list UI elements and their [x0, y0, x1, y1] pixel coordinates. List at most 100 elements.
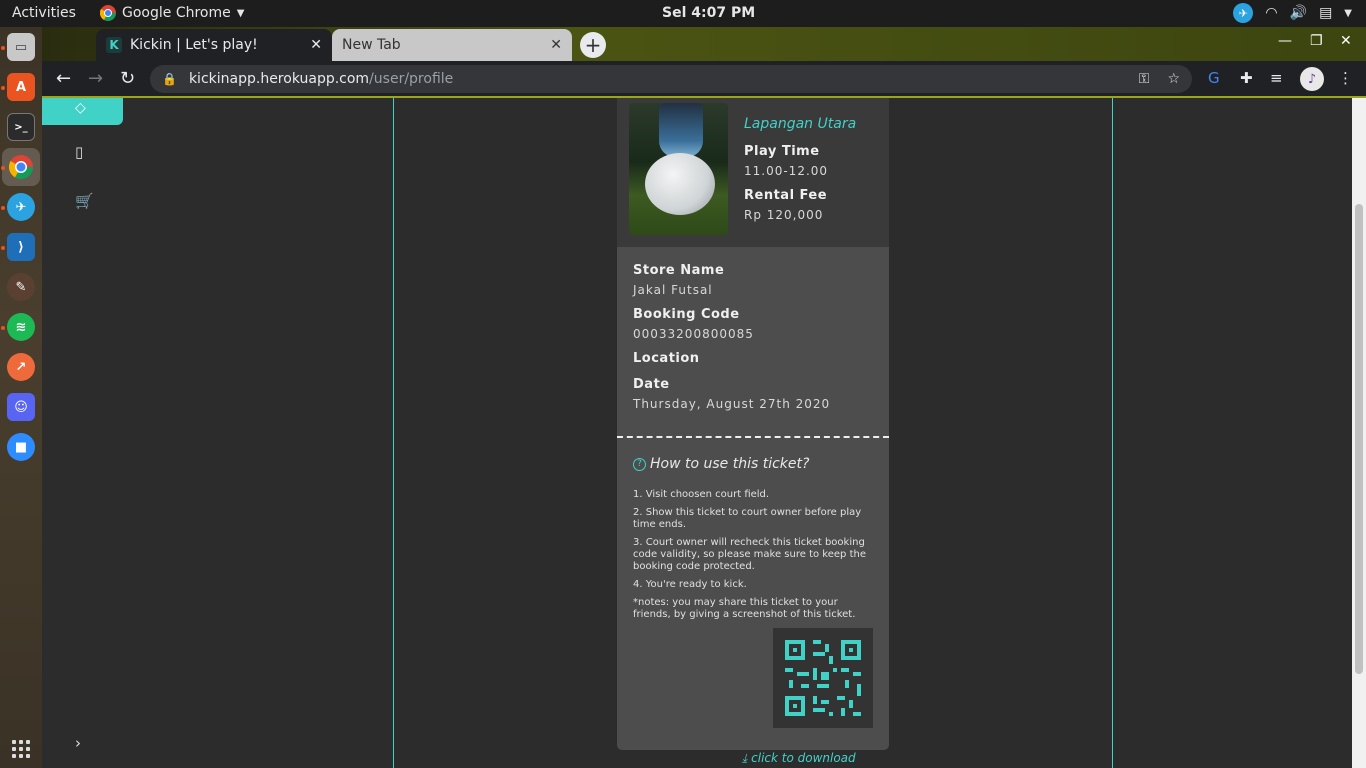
download-label: click to download — [751, 751, 856, 765]
tab-kickin[interactable]: K Kickin | Let's play! ✕ — [96, 29, 332, 61]
running-indicator — [1, 246, 5, 250]
dock: ▭ A >_ ✈ ⟩ ✎ ≋ ↗ ☺ ■ — [0, 27, 42, 768]
more-menu-icon[interactable]: ⋮ — [1338, 69, 1353, 87]
booking-code-label: Booking Code — [633, 307, 740, 322]
media-control-icon[interactable]: ≡ — [1270, 69, 1283, 87]
bookmark-icon[interactable]: ▯ — [75, 143, 83, 161]
terminal-icon[interactable]: >_ — [7, 113, 35, 141]
system-tray[interactable]: ✈ ◠ 🔊 ▤ ▼ — [1233, 3, 1352, 23]
running-indicator — [1, 86, 5, 90]
telegram-icon[interactable]: ✈ — [7, 193, 35, 221]
download-link[interactable]: ⤓ click to download — [742, 751, 856, 766]
volume-icon[interactable]: 🔊 — [1290, 5, 1307, 21]
system-top-bar: Activities Google Chrome ▼ Sel 4:07 PM ✈… — [0, 0, 1366, 27]
telegram-tray-icon[interactable]: ✈ — [1233, 3, 1254, 23]
ball-image — [645, 153, 715, 215]
lock-icon[interactable]: 🔒 — [162, 72, 177, 86]
date-label: Date — [633, 377, 670, 392]
step-item: 3. Court owner will recheck this ticket … — [633, 537, 866, 572]
ticket-icon: ◇ — [75, 100, 86, 116]
close-icon[interactable]: ✕ — [310, 37, 322, 53]
address-bar[interactable]: 🔒 kickinapp.herokuapp.com/user/profile ⚿… — [150, 65, 1192, 93]
vscode-icon[interactable]: ⟩ — [7, 233, 35, 261]
shoe-image — [659, 103, 703, 157]
store-name-value: Jakal Futsal — [633, 283, 713, 297]
qr-code — [773, 628, 873, 728]
field-name: Lapangan Utara — [744, 116, 857, 132]
step-item: 2. Show this ticket to court owner befor… — [633, 507, 862, 530]
booking-code-value[interactable]: 00033200800085 — [633, 327, 754, 341]
field-photo — [629, 103, 728, 235]
zoom-icon[interactable]: ■ — [7, 433, 35, 461]
url-host: kickinapp.herokuapp.com — [188, 71, 370, 87]
play-time-label: Play Time — [744, 144, 820, 159]
rental-fee-label: Rental Fee — [744, 188, 828, 203]
howto-steps: 1. Visit choosen court field. 2. Show th… — [633, 489, 875, 627]
ticket-header: Lapangan Utara Play Time 11.00-12.00 Ren… — [617, 98, 889, 247]
content-border-left — [393, 98, 394, 768]
page-content: ◇ ▯ 🛒 › Lapangan Utara Play Time 11.00-1… — [42, 98, 1366, 768]
app-menu[interactable]: Google Chrome ▼ — [100, 5, 244, 21]
browser-toolbar: ← → ↻ 🔒 kickinapp.herokuapp.com/user/pro… — [42, 61, 1366, 97]
clock[interactable]: Sel 4:07 PM — [662, 5, 755, 21]
tab-new-tab[interactable]: New Tab ✕ — [332, 29, 572, 61]
qr-code-image — [785, 640, 861, 716]
back-arrow-icon[interactable]: ← — [56, 68, 71, 89]
star-icon[interactable]: ☆ — [1167, 71, 1180, 87]
kickin-favicon-icon: K — [106, 37, 122, 53]
running-indicator — [1, 206, 5, 210]
forward-arrow-icon[interactable]: → — [88, 68, 103, 89]
tab-title: Kickin | Let's play! — [130, 37, 258, 53]
running-indicator — [1, 166, 5, 170]
extensions-icon[interactable]: ✚ — [1240, 69, 1253, 87]
key-icon[interactable]: ⚿ — [1139, 71, 1150, 87]
app-sidebar: ◇ ▯ 🛒 › — [42, 98, 124, 768]
translate-icon[interactable]: G — [1208, 69, 1220, 87]
scrollbar[interactable] — [1352, 98, 1366, 768]
gimp-icon[interactable]: ✎ — [7, 273, 35, 301]
activities-button[interactable]: Activities — [12, 5, 76, 21]
running-indicator — [1, 326, 5, 330]
play-time-value: 11.00-12.00 — [744, 164, 829, 178]
sidebar-item-active[interactable]: ◇ — [42, 98, 123, 125]
files-icon[interactable]: ▭ — [7, 33, 35, 61]
running-indicator — [1, 46, 5, 50]
ticket-body: Store Name Jakal Futsal Booking Code 000… — [617, 247, 889, 750]
chrome-dock-icon[interactable] — [7, 153, 35, 181]
cart-icon[interactable]: 🛒 — [75, 192, 94, 210]
reload-icon[interactable]: ↻ — [120, 68, 135, 89]
step-item: *notes: you may share this ticket to you… — [633, 597, 856, 620]
location-label: Location — [633, 351, 700, 366]
app-menu-label: Google Chrome — [122, 5, 231, 21]
minimize-icon[interactable]: — — [1278, 33, 1292, 49]
content-border-right — [1112, 98, 1113, 768]
url-path: /user/profile — [369, 71, 454, 87]
chevron-down-icon[interactable]: ▼ — [1344, 8, 1352, 19]
scrollbar-thumb[interactable] — [1355, 204, 1363, 674]
date-value: Thursday, August 27th 2020 — [633, 397, 831, 411]
close-window-icon[interactable]: ✕ — [1340, 33, 1352, 49]
discord-icon[interactable]: ☺ — [7, 393, 35, 421]
chevron-right-icon[interactable]: › — [75, 734, 81, 752]
close-icon[interactable]: ✕ — [550, 37, 562, 53]
step-item: 4. You're ready to kick. — [633, 579, 747, 590]
step-item: 1. Visit choosen court field. — [633, 489, 770, 500]
wifi-icon[interactable]: ◠ — [1265, 5, 1277, 21]
chevron-down-icon: ▼ — [236, 7, 245, 19]
store-name-label: Store Name — [633, 263, 725, 278]
show-apps-icon[interactable] — [12, 740, 30, 758]
chrome-icon — [100, 5, 116, 21]
maximize-icon[interactable]: ❐ — [1310, 33, 1323, 49]
download-icon: ⤓ — [742, 751, 748, 765]
howto-heading: ? How to use this ticket? — [633, 456, 809, 472]
question-icon: ? — [633, 457, 646, 471]
rental-fee-value: Rp 120,000 — [744, 208, 824, 222]
tab-strip: K Kickin | Let's play! ✕ New Tab ✕ + — ❐… — [42, 27, 1366, 61]
software-icon[interactable]: A — [7, 73, 35, 101]
howto-title: How to use this ticket? — [650, 456, 810, 472]
spotify-icon[interactable]: ≋ — [7, 313, 35, 341]
clipboard-icon[interactable]: ▤ — [1319, 5, 1332, 21]
profile-avatar[interactable]: ♪ — [1300, 67, 1324, 91]
new-tab-button[interactable]: + — [580, 32, 606, 58]
postman-icon[interactable]: ↗ — [7, 353, 35, 381]
